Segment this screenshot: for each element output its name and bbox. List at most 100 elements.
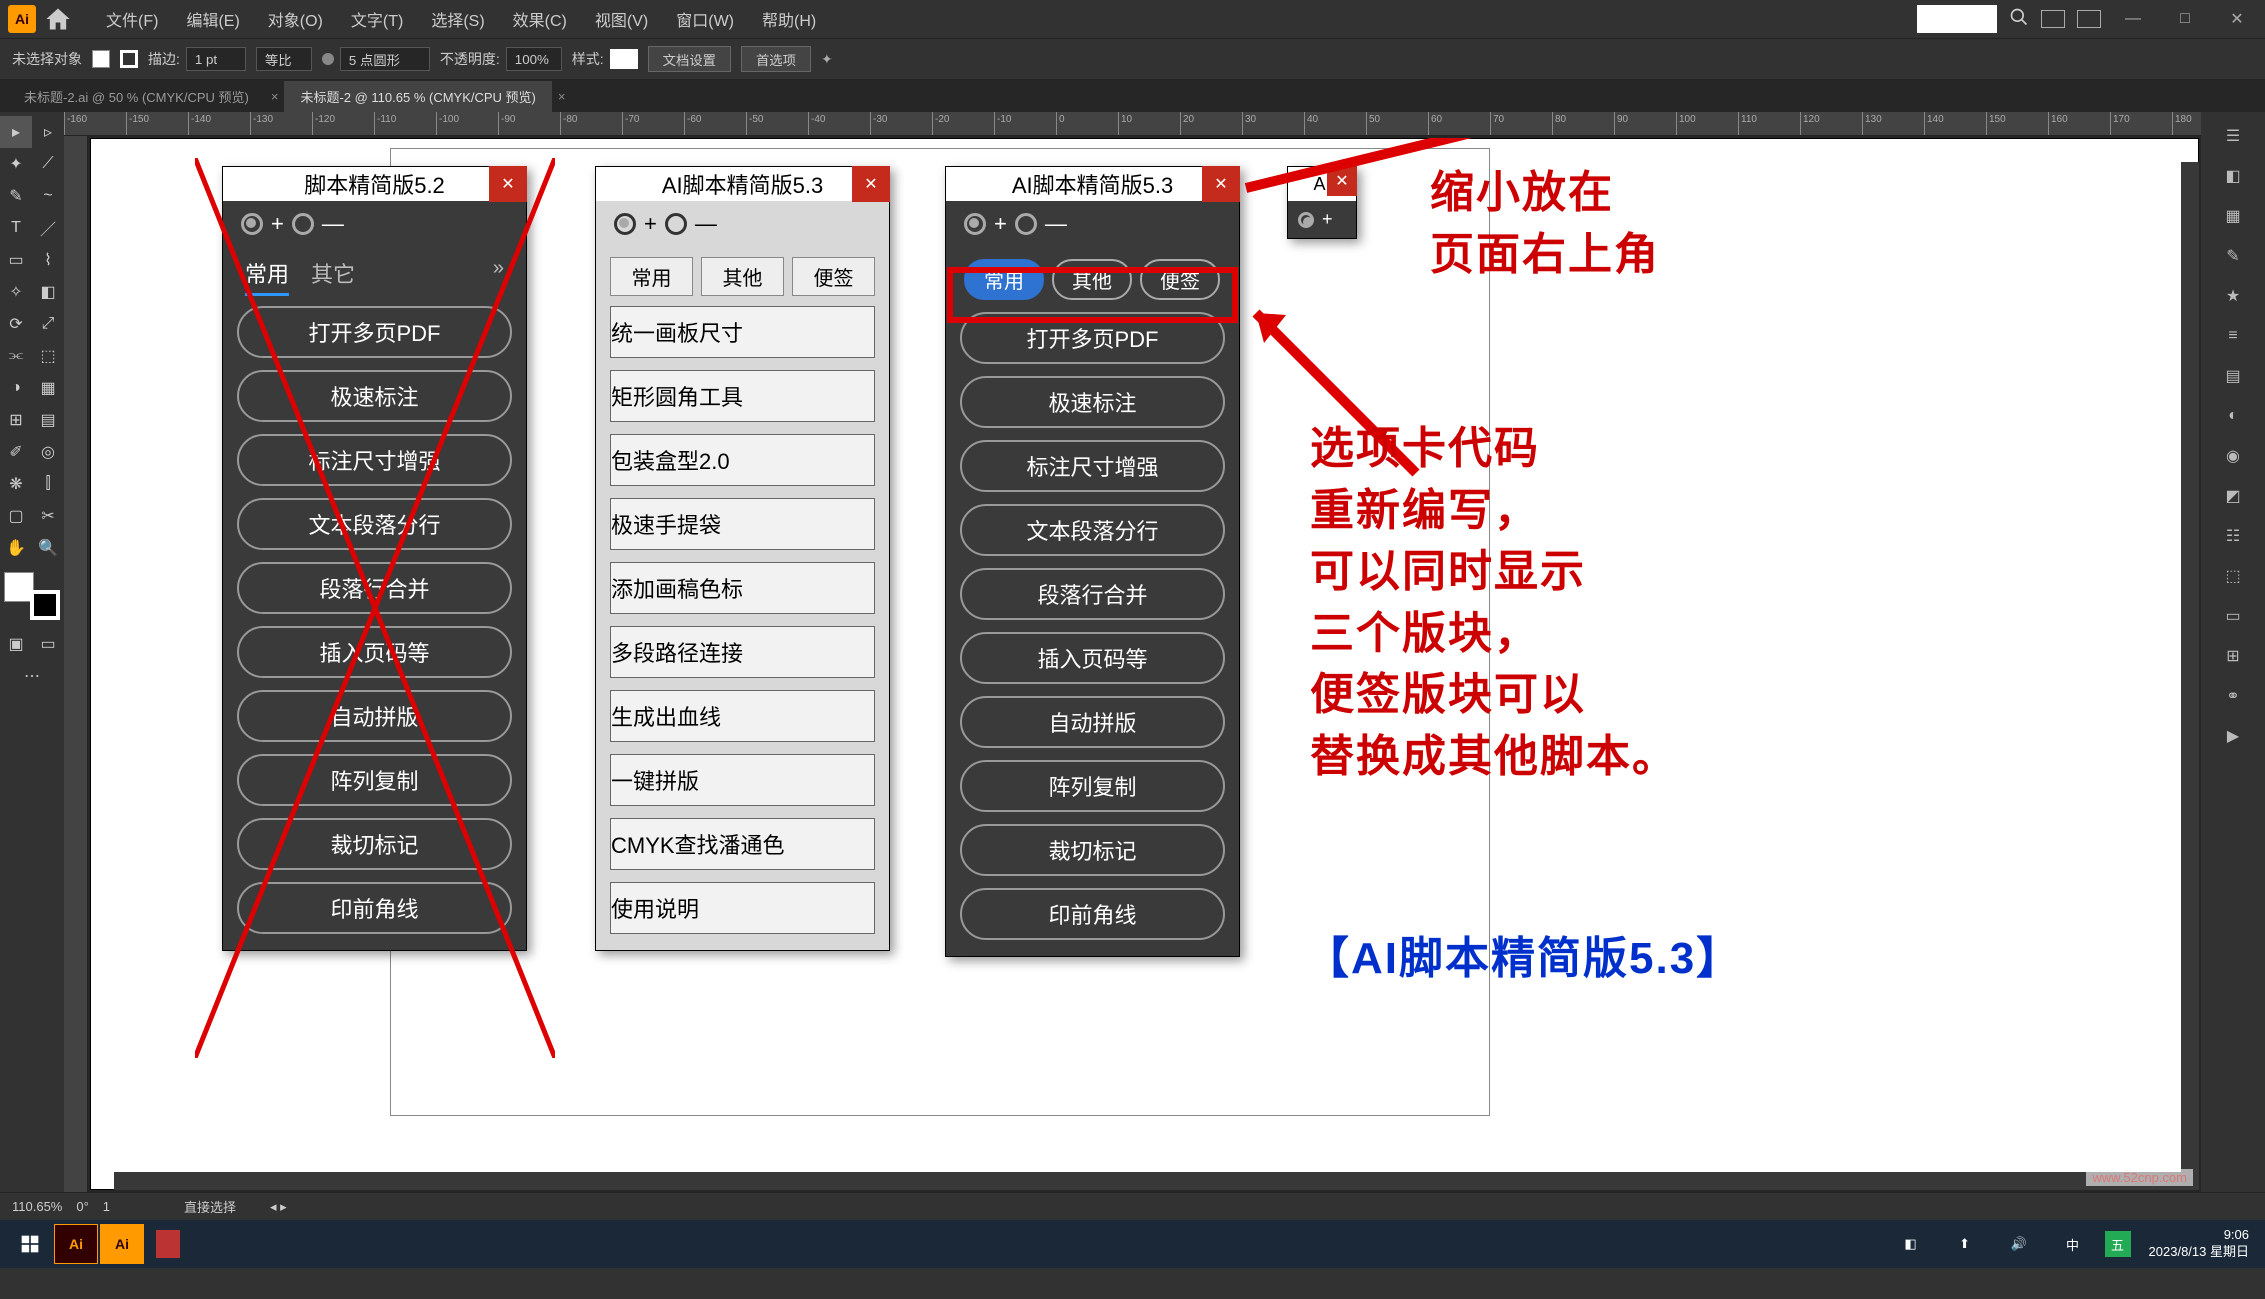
tool-direct-select[interactable]: ▹: [32, 116, 64, 148]
menu-select[interactable]: 选择(S): [417, 7, 498, 31]
tray-lang-icon[interactable]: 五: [2105, 1231, 2131, 1257]
panel-53light-btn-5[interactable]: 多段路径连接: [610, 626, 875, 678]
tool-blend[interactable]: ◎: [32, 436, 64, 468]
menu-view[interactable]: 视图(V): [581, 7, 662, 31]
stroke-input[interactable]: [186, 47, 246, 71]
panel-53light-btn-3[interactable]: 极速手提袋: [610, 498, 875, 550]
edit-toolbar[interactable]: ⋯: [0, 660, 64, 692]
menu-type[interactable]: 文字(T): [337, 7, 417, 31]
panel-52-btn-0[interactable]: 打开多页PDF: [237, 306, 512, 358]
panel-brushes-icon[interactable]: ✎: [2215, 238, 2251, 274]
tool-mesh[interactable]: ⊞: [0, 404, 32, 436]
tool-curvature[interactable]: ~: [32, 180, 64, 212]
tool-symbol-spray[interactable]: ❋: [0, 468, 32, 500]
panel-53light-tab-0[interactable]: 常用: [610, 257, 693, 296]
tool-selection[interactable]: ▸: [0, 116, 32, 148]
panel-53light-btn-0[interactable]: 统一画板尺寸: [610, 306, 875, 358]
tool-pen[interactable]: ✎: [0, 180, 32, 212]
panel-53dark-close[interactable]: ✕: [1202, 166, 1240, 202]
taskbar-app-3[interactable]: [146, 1224, 190, 1264]
pin-icon[interactable]: ✦: [821, 51, 833, 68]
panel-53dark-radios[interactable]: +—: [946, 201, 1239, 247]
status-rotation[interactable]: 0°: [76, 1199, 88, 1214]
panel-53light-btn-9[interactable]: 使用说明: [610, 882, 875, 934]
panel-tiny-radios[interactable]: +: [1288, 201, 1356, 238]
panel-52-btn-9[interactable]: 印前角线: [237, 882, 512, 934]
panel-53dark-btn-9[interactable]: 印前角线: [960, 888, 1225, 940]
opacity-input[interactable]: [506, 47, 562, 71]
tray-clock[interactable]: 9:062023/8/13 星期日: [2141, 1227, 2257, 1261]
menu-window[interactable]: 窗口(W): [662, 7, 748, 31]
panel-play-icon[interactable]: ▶: [2215, 718, 2251, 754]
tool-eyedropper[interactable]: ✐: [0, 436, 32, 468]
tool-type[interactable]: T: [0, 212, 32, 244]
panel-properties-icon[interactable]: ☰: [2215, 118, 2251, 154]
arrange-icon[interactable]: [2041, 10, 2065, 28]
panel-52-btn-3[interactable]: 文本段落分行: [237, 498, 512, 550]
tool-hand[interactable]: ✋: [0, 532, 32, 564]
panel-53light-tab-1[interactable]: 其他: [701, 257, 784, 296]
start-button[interactable]: [8, 1224, 52, 1264]
tool-graph[interactable]: ⫿: [32, 468, 64, 500]
panel-53dark-btn-6[interactable]: 自动拼版: [960, 696, 1225, 748]
tool-rect[interactable]: ▭: [0, 244, 32, 276]
minimize-button[interactable]: —: [2113, 4, 2153, 34]
tool-slice[interactable]: ✂: [32, 500, 64, 532]
tool-zoom[interactable]: 🔍: [32, 532, 64, 564]
panel-52-btn-8[interactable]: 裁切标记: [237, 818, 512, 870]
tool-shape-builder[interactable]: ◑: [0, 372, 32, 404]
fill-stroke-control[interactable]: [4, 572, 60, 620]
panel-layers-icon[interactable]: ☷: [2215, 518, 2251, 554]
panel-links-icon[interactable]: ⚭: [2215, 678, 2251, 714]
maximize-button[interactable]: □: [2165, 4, 2205, 34]
search-icon[interactable]: [2009, 7, 2029, 32]
canvas[interactable]: 脚本精简版5.2✕ +— 常用其它» 打开多页PDF极速标注标注尺寸增强文本段落…: [90, 138, 2199, 1190]
status-artboard[interactable]: 1: [103, 1199, 110, 1214]
panel-52-tab-a[interactable]: 常用: [245, 257, 289, 296]
panel-graphic-styles-icon[interactable]: ◩: [2215, 478, 2251, 514]
panel-asset-export-icon[interactable]: ⬚: [2215, 558, 2251, 594]
panel-artboards-icon[interactable]: ▭: [2215, 598, 2251, 634]
doc-tab-2[interactable]: 未标题-2 @ 110.65 % (CMYK/CPU 预览): [284, 81, 551, 112]
tool-gradient[interactable]: ▤: [32, 404, 64, 436]
chevron-right-icon[interactable]: »: [493, 257, 504, 296]
panel-color-icon[interactable]: ◧: [2215, 158, 2251, 194]
panel-52-btn-5[interactable]: 插入页码等: [237, 626, 512, 678]
tool-magic-wand[interactable]: ✦: [0, 148, 32, 180]
panel-53dark-btn-5[interactable]: 插入页码等: [960, 632, 1225, 684]
panel-53light-btn-7[interactable]: 一键拼版: [610, 754, 875, 806]
panel-53light-close[interactable]: ✕: [852, 166, 890, 202]
panel-appearance-icon[interactable]: ◉: [2215, 438, 2251, 474]
doc-tab-1[interactable]: 未标题-2.ai @ 50 % (CMYK/CPU 预览): [8, 81, 265, 112]
panel-transparency-icon[interactable]: ◐: [2215, 398, 2251, 434]
tool-lasso[interactable]: ⟋: [32, 148, 64, 180]
workspace-icon[interactable]: [2077, 10, 2101, 28]
tray-icon-1[interactable]: ◧: [1889, 1224, 1933, 1264]
panel-53light-radios[interactable]: +—: [596, 201, 889, 247]
menu-edit[interactable]: 编辑(E): [172, 7, 253, 31]
panel-53dark-btn-1[interactable]: 极速标注: [960, 376, 1225, 428]
panel-53light-btn-6[interactable]: 生成出血线: [610, 690, 875, 742]
menu-effect[interactable]: 效果(C): [499, 7, 581, 31]
panel-53dark-btn-2[interactable]: 标注尺寸增强: [960, 440, 1225, 492]
tool-eraser[interactable]: ◧: [32, 276, 64, 308]
close-button[interactable]: ✕: [2217, 4, 2257, 34]
panel-tiny-close[interactable]: ✕: [1327, 166, 1357, 196]
taskbar-ai-1[interactable]: Ai: [54, 1224, 98, 1264]
panel-gradient-icon[interactable]: ▤: [2215, 358, 2251, 394]
panel-52-btn-2[interactable]: 标注尺寸增强: [237, 434, 512, 486]
panel-swatches-icon[interactable]: ▦: [2215, 198, 2251, 234]
panel-53light-btn-1[interactable]: 矩形圆角工具: [610, 370, 875, 422]
panel-52-close[interactable]: ✕: [489, 166, 527, 202]
tool-artboard[interactable]: ▢: [0, 500, 32, 532]
stroke-swatch[interactable]: [120, 50, 138, 68]
panel-53dark-btn-4[interactable]: 段落行合并: [960, 568, 1225, 620]
tool-width[interactable]: ⫘: [0, 340, 32, 372]
fill-swatch[interactable]: [92, 50, 110, 68]
tray-ime-icon[interactable]: 中: [2051, 1224, 2095, 1264]
prefs-button[interactable]: 首选项: [741, 46, 811, 72]
top-search-field[interactable]: [1917, 5, 1997, 33]
panel-52-radios[interactable]: +—: [223, 201, 526, 247]
brush-select[interactable]: [340, 47, 430, 71]
home-icon[interactable]: [44, 5, 72, 33]
